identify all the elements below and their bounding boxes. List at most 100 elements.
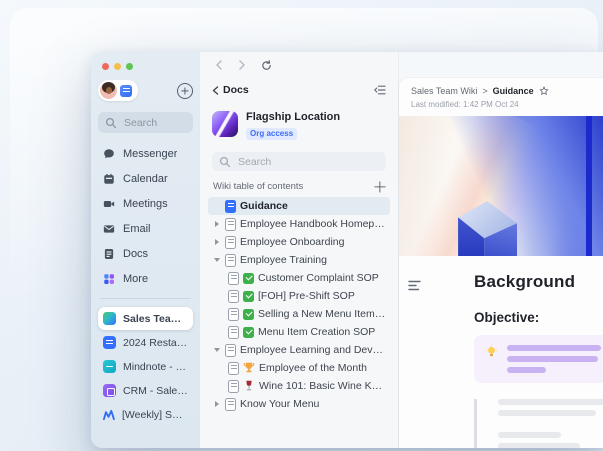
chevron-right-icon[interactable] xyxy=(212,220,221,229)
page-icon xyxy=(225,253,236,267)
document-subheading: Objective: xyxy=(474,310,540,325)
check-mark-icon xyxy=(243,308,254,320)
sidebar-search-input[interactable] xyxy=(122,115,196,130)
tree-item-customer-complaint-sop[interactable]: Customer Complaint SOP xyxy=(208,269,390,287)
pinned-item-label: Sales Team Wik... xyxy=(123,312,188,325)
breadcrumb-separator: > xyxy=(482,86,488,96)
document-cover-image xyxy=(399,116,603,256)
workspace-icon xyxy=(212,111,238,137)
tree-item-employee-learning-development[interactable]: Employee Learning and Development xyxy=(208,341,390,359)
refresh-icon[interactable] xyxy=(261,59,272,71)
wiki-search[interactable] xyxy=(212,152,386,171)
sidebar-item-calendar[interactable]: Calendar xyxy=(98,166,193,191)
pinned-item-label: Mindnote - Com... xyxy=(123,360,188,373)
sidebar-item-docs[interactable]: Docs xyxy=(98,241,193,266)
account-switcher[interactable] xyxy=(98,80,138,101)
document-card: Sales Team Wiki > Guidance Last modified… xyxy=(399,78,603,448)
zoom-window-button[interactable] xyxy=(126,63,133,70)
sidebar-item-meetings[interactable]: Meetings xyxy=(98,191,193,216)
wiki-search-input[interactable] xyxy=(236,154,360,169)
outline-toggle-icon[interactable] xyxy=(408,280,421,291)
text-placeholder-bar xyxy=(498,443,580,448)
tree-item-foh-pre-shift-sop[interactable]: [FOH] Pre-Shift SOP xyxy=(208,287,390,305)
pinned-item-label: 2024 Restaurta... xyxy=(123,336,188,349)
quote-block xyxy=(474,399,603,448)
pinned-item-label: CRM - Sales Team xyxy=(123,384,188,397)
back-to-docs-button[interactable]: Docs xyxy=(223,84,249,96)
trophy-icon xyxy=(243,362,255,373)
doc-blue-icon xyxy=(103,336,116,349)
cover-blue-strip xyxy=(586,116,592,256)
sidebar-item-messenger[interactable]: Messenger xyxy=(98,141,193,166)
toc-title: Wiki table of contents xyxy=(213,181,304,192)
breadcrumb: Sales Team Wiki > Guidance xyxy=(411,86,591,96)
workspace-name: Flagship Location xyxy=(246,111,341,123)
sidebar-item-email[interactable]: Email xyxy=(98,216,193,241)
sidebar-item-label: More xyxy=(123,272,149,285)
tree-item-employee-training[interactable]: Employee Training xyxy=(208,251,390,269)
wiki-icon xyxy=(103,312,116,325)
docs-tree-panel: Docs Flagship Location Org access Search… xyxy=(200,52,399,448)
collapse-panel-icon[interactable] xyxy=(374,85,386,95)
last-modified: Last modified: 1:42 PM Oct 24 xyxy=(411,100,519,109)
tree-item-employee-of-the-month[interactable]: Employee of the Month xyxy=(208,359,390,377)
page-icon xyxy=(228,379,239,393)
chevron-right-icon[interactable] xyxy=(212,238,221,247)
text-placeholder-bar xyxy=(498,399,603,405)
chevron-down-icon[interactable] xyxy=(212,346,221,355)
page-icon xyxy=(228,307,239,321)
add-account-button[interactable] xyxy=(177,82,193,99)
chevron-right-icon[interactable] xyxy=(212,400,221,409)
crm-icon xyxy=(103,384,116,397)
document-heading: Background xyxy=(474,272,576,291)
chevron-left-icon[interactable] xyxy=(212,85,219,95)
app-sidebar: Messenger Calendar Meetings xyxy=(91,52,200,448)
sidebar-search[interactable] xyxy=(98,112,196,133)
text-placeholder-bar xyxy=(498,410,596,416)
check-mark-icon xyxy=(243,326,254,338)
pinned-item-crm[interactable]: CRM - Sales Team xyxy=(98,379,193,402)
sidebar-item-more[interactable]: More xyxy=(98,266,193,291)
breadcrumb-current[interactable]: Guidance xyxy=(493,86,534,96)
minimize-window-button[interactable] xyxy=(114,63,121,70)
tree-item-guidance[interactable]: Guidance xyxy=(208,197,390,215)
tree-item-menu-item-creation-sop[interactable]: Menu Item Creation SOP xyxy=(208,323,390,341)
pinned-item-mindnote[interactable]: Mindnote - Com... xyxy=(98,355,193,378)
page-icon xyxy=(228,361,239,375)
tree-item-employee-handbook-homepage[interactable]: Employee Handbook Homepage xyxy=(208,215,390,233)
add-page-button[interactable] xyxy=(374,181,385,192)
tree-item-know-your-menu[interactable]: Know Your Menu xyxy=(208,395,390,413)
page-icon xyxy=(228,271,239,285)
org-access-badge: Org access xyxy=(246,127,298,140)
tree-item-selling-new-menu-item-sop[interactable]: Selling a New Menu Item SOP xyxy=(208,305,390,323)
wiki-tree: Guidance Employee Handbook Homepage Empl… xyxy=(200,197,398,413)
wine-glass-icon xyxy=(246,380,252,391)
close-window-button[interactable] xyxy=(102,63,109,70)
page-icon xyxy=(225,199,236,213)
tree-item-wine-101[interactable]: Wine 101: Basic Wine Knowledge xyxy=(208,377,390,395)
breadcrumb-root[interactable]: Sales Team Wiki xyxy=(411,86,477,96)
pinned-item-2024-restaurant[interactable]: 2024 Restaurta... xyxy=(98,331,193,354)
sidebar-item-label: Email xyxy=(123,222,151,235)
pinned-item-sales-team-wiki[interactable]: Sales Team Wik... xyxy=(98,307,193,330)
workspace-header[interactable]: Flagship Location Org access xyxy=(200,102,398,143)
objective-callout xyxy=(474,335,603,383)
chevron-down-icon[interactable] xyxy=(212,256,221,265)
workspace-mini-icon xyxy=(120,84,132,97)
docs-back-row: Docs xyxy=(200,78,398,102)
tree-item-employee-onboarding[interactable]: Employee Onboarding xyxy=(208,233,390,251)
page-icon xyxy=(225,217,236,231)
pinned-item-weekly-sales[interactable]: [Weekly] Sales T... xyxy=(98,403,193,426)
sidebar-nav: Messenger Calendar Meetings Email Docs M… xyxy=(98,141,193,291)
docs-icon xyxy=(104,248,114,259)
page-icon xyxy=(228,325,239,339)
forward-chevron-icon[interactable] xyxy=(238,60,246,70)
window-chrome-strip xyxy=(399,52,603,78)
calendar-icon xyxy=(104,173,114,184)
account-row xyxy=(98,80,193,101)
star-icon[interactable] xyxy=(538,86,549,96)
avatar[interactable] xyxy=(100,82,117,99)
page-icon xyxy=(225,343,236,357)
back-chevron-icon[interactable] xyxy=(215,60,223,70)
